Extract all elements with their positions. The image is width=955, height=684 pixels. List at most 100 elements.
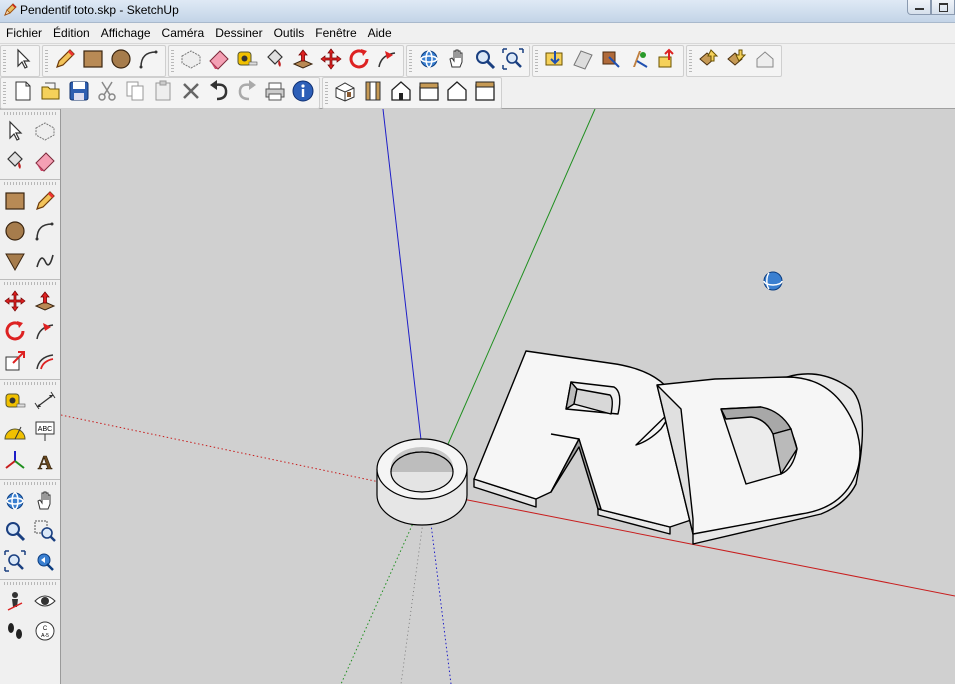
left-view-tool-button[interactable] (471, 79, 499, 107)
sidebar-rotate-button[interactable] (0, 317, 30, 347)
delete-tool-button[interactable] (177, 79, 205, 107)
save-tool-button[interactable] (65, 79, 93, 107)
sidebar-tape-measure-button[interactable] (0, 387, 30, 417)
zoom-tool-button[interactable] (471, 47, 499, 75)
get-component-tool-button[interactable] (723, 47, 751, 75)
sidebar-group-6: C A-5 (0, 579, 60, 649)
sidebar-follow-me-button[interactable] (30, 317, 60, 347)
sidebar-circle-button[interactable] (0, 217, 30, 247)
sidebar-axes-button[interactable] (0, 447, 30, 477)
front-view-tool-button[interactable] (387, 79, 415, 107)
sidebar-3d-text-button[interactable]: A (30, 447, 60, 477)
sidebar-pan-button[interactable] (30, 487, 60, 517)
right-view-tool-button[interactable] (415, 79, 443, 107)
sidebar-group-5 (0, 479, 60, 579)
dimension-icon (33, 389, 57, 416)
menu-aide[interactable]: Aide (362, 23, 397, 43)
drawing-viewport[interactable] (61, 109, 955, 684)
front-view-icon (389, 79, 413, 106)
tape-measure-icon (3, 389, 27, 416)
model-info-tool-button[interactable] (289, 79, 317, 107)
pencil-tool-button[interactable] (51, 47, 79, 75)
toggle-terrain-tool-button[interactable] (569, 47, 597, 75)
sidebar-move-button[interactable] (0, 287, 30, 317)
move-tool-button[interactable] (317, 47, 345, 75)
share-model-tool-button[interactable] (653, 47, 681, 75)
sidebar-protractor-button[interactable] (0, 417, 30, 447)
iso-view-tool-button[interactable] (331, 79, 359, 107)
sidebar-paint-bucket-button[interactable] (0, 147, 30, 177)
new-tool-button[interactable] (9, 79, 37, 107)
sidebar-scale-button[interactable] (0, 347, 30, 377)
menu-camera[interactable]: Caméra (156, 23, 210, 43)
menu-outils[interactable]: Outils (268, 23, 310, 43)
circle-tool-button[interactable] (107, 47, 135, 75)
sidebar-orbit-button[interactable] (0, 487, 30, 517)
sidebar-previous-view-button[interactable] (30, 547, 60, 577)
sidebar-walk-button[interactable] (0, 617, 30, 647)
sidebar-zoom-button[interactable] (0, 517, 30, 547)
sidebar-arc-button[interactable] (30, 217, 60, 247)
rotate-tool-button[interactable] (345, 47, 373, 75)
eraser-tool-button[interactable] (205, 47, 233, 75)
redo-tool-button[interactable] (233, 79, 261, 107)
sidebar-zoom-extents-button[interactable] (0, 547, 30, 577)
make-component-tool-button[interactable] (177, 47, 205, 75)
house-3d-tool-button[interactable] (751, 47, 779, 75)
toolbar-group-composants (686, 44, 782, 77)
rectangle-tool-button[interactable] (79, 47, 107, 75)
sidebar-freehand-button[interactable] (30, 247, 60, 277)
minimize-button[interactable] (907, 0, 931, 15)
menu-edition[interactable]: Édition (47, 23, 95, 43)
sidebar-rectangle-button[interactable] (0, 187, 30, 217)
sidebar-eraser-button[interactable] (30, 147, 60, 177)
sidebar-push-pull-button[interactable] (30, 287, 60, 317)
maximize-button[interactable] (931, 0, 955, 15)
sidebar-zoom-window-button[interactable] (30, 517, 60, 547)
copy-tool-button[interactable] (121, 79, 149, 107)
sidebar-pencil-button[interactable] (30, 187, 60, 217)
follow-me-tool-button[interactable] (373, 47, 401, 75)
get-models-tool-button[interactable] (625, 47, 653, 75)
sidebar-make-component-button[interactable] (30, 117, 60, 147)
make-component-icon (33, 119, 57, 146)
sidebar-text-button[interactable]: ABC (30, 417, 60, 447)
rectangle-icon (3, 189, 27, 216)
share-component-tool-button[interactable] (695, 47, 723, 75)
get-current-view-tool-button[interactable] (541, 47, 569, 75)
open-tool-button[interactable] (37, 79, 65, 107)
print-tool-button[interactable] (261, 79, 289, 107)
sidebar-look-around-button[interactable] (30, 587, 60, 617)
undo-tool-button[interactable] (205, 79, 233, 107)
cut-tool-button[interactable] (93, 79, 121, 107)
select-tool-button[interactable] (9, 47, 37, 75)
red-axis-dotted (61, 414, 428, 493)
paint-bucket-tool-button[interactable] (261, 47, 289, 75)
menu-affichage[interactable]: Affichage (95, 23, 156, 43)
sidebar-offset-button[interactable] (30, 347, 60, 377)
zoom-extents-tool-button[interactable] (499, 47, 527, 75)
text-icon: ABC (33, 419, 57, 446)
pan-tool-button[interactable] (443, 47, 471, 75)
menu-fichier[interactable]: Fichier (0, 23, 47, 43)
menu-dessiner[interactable]: Dessiner (209, 23, 267, 43)
orbit-tool-button[interactable] (415, 47, 443, 75)
letter-r-3d (473, 350, 695, 535)
sidebar-select-button[interactable] (0, 117, 30, 147)
back-view-tool-button[interactable] (443, 79, 471, 107)
tape-measure-tool-button[interactable] (233, 47, 261, 75)
paste-tool-button[interactable] (149, 79, 177, 107)
toggle-terrain-icon (571, 47, 595, 74)
sidebar-dimension-button[interactable] (30, 387, 60, 417)
menu-fenetre[interactable]: Fenêtre (309, 23, 361, 43)
push-pull-tool-button[interactable] (289, 47, 317, 75)
sidebar-group-3 (0, 279, 60, 379)
sidebar-polygon-button[interactable] (0, 247, 30, 277)
arc-tool-button[interactable] (135, 47, 163, 75)
top-view-tool-button[interactable] (359, 79, 387, 107)
get-component-icon (725, 47, 749, 74)
section-plane-icon: C A-5 (33, 619, 57, 646)
sidebar-position-camera-button[interactable] (0, 587, 30, 617)
place-model-tool-button[interactable] (597, 47, 625, 75)
sidebar-section-plane-button[interactable]: C A-5 (30, 617, 60, 647)
